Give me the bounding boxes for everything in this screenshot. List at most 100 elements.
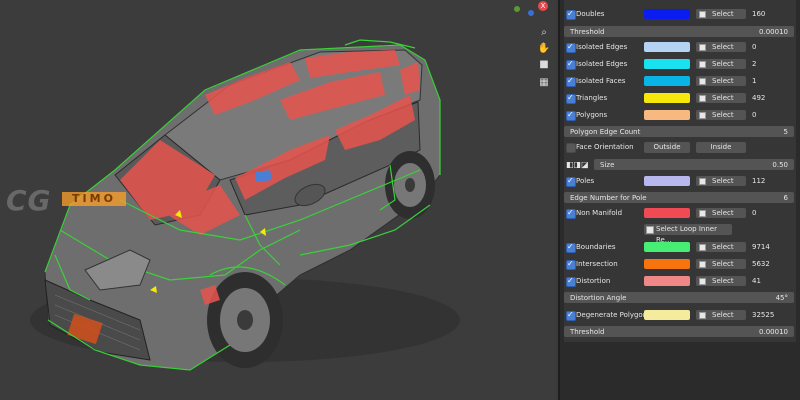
non-manifold-select-button[interactable]: Select xyxy=(696,208,746,218)
polygon-edge-count-field[interactable]: Polygon Edge Count 5 xyxy=(564,126,794,137)
mesh-analysis-panel: Doubles Select 160 Threshold0.00010 Isol… xyxy=(558,0,800,400)
x-axis-icon[interactable]: X xyxy=(538,1,548,11)
degenerate-polygons-checkbox[interactable] xyxy=(566,310,576,321)
isolated-edges-2-label: Isolated Edges xyxy=(576,60,628,68)
doubles-checkbox[interactable] xyxy=(566,9,576,20)
isolated-edges-2-select-button[interactable]: Select xyxy=(696,59,746,69)
degenerate-polygons-count: 32525 xyxy=(752,311,775,319)
row-intersection: Intersection Select 5632 xyxy=(564,256,796,273)
navigation-gizmo[interactable]: X ⌕ ✋ ■ ▦ xyxy=(508,0,556,100)
doubles-count: 160 xyxy=(752,10,766,18)
isolated-edges-select-button[interactable]: Select xyxy=(696,42,746,52)
intersection-checkbox[interactable] xyxy=(566,259,576,270)
face-orientation-checkbox[interactable] xyxy=(566,143,576,153)
distortion-count: 41 xyxy=(752,277,761,285)
threshold-field[interactable]: Threshold 0.00010 xyxy=(564,26,794,37)
poles-label: Poles xyxy=(576,177,595,185)
isolated-faces-select-button[interactable]: Select xyxy=(696,76,746,86)
cg-timo-watermark: CG TIMO xyxy=(6,184,126,217)
intersection-select-button[interactable]: Select xyxy=(696,259,746,269)
boundaries-color[interactable] xyxy=(644,242,690,252)
row-distortion: Distortion Select 41 xyxy=(564,273,796,290)
panel-body: Doubles Select 160 Threshold0.00010 Isol… xyxy=(564,0,796,342)
size-field[interactable]: Size 0.50 xyxy=(594,159,794,170)
poles-count: 112 xyxy=(752,177,766,185)
boundaries-label: Boundaries xyxy=(576,243,616,251)
inside-button[interactable]: Inside xyxy=(696,142,746,153)
polygons-color[interactable] xyxy=(644,110,690,120)
select-icon xyxy=(699,11,706,18)
display-mode-icons[interactable]: ◧◨◪ xyxy=(566,160,589,169)
edge-number-for-pole-field[interactable]: Edge Number for Pole 6 xyxy=(564,192,794,203)
row-degenerate-polygons: Degenerate Polygons Select 32525 xyxy=(564,307,796,324)
doubles-label: Doubles xyxy=(576,10,605,18)
distortion-color[interactable] xyxy=(644,276,690,286)
isolated-faces-count: 1 xyxy=(752,77,757,85)
intersection-count: 5632 xyxy=(752,260,770,268)
polygons-select-button[interactable]: Select xyxy=(696,110,746,120)
hand-icon[interactable]: ✋ xyxy=(536,42,552,56)
row-isolated-edges-2: Isolated Edges Select 2 xyxy=(564,56,796,73)
panel-empty-area xyxy=(564,344,796,400)
poles-checkbox[interactable] xyxy=(566,176,576,187)
row-poles: Poles Select 112 xyxy=(564,173,796,190)
isolated-edges-2-checkbox[interactable] xyxy=(566,59,576,70)
intersection-color[interactable] xyxy=(644,259,690,269)
intersection-label: Intersection xyxy=(576,260,618,268)
isolated-edges-checkbox[interactable] xyxy=(566,42,576,53)
isolated-faces-checkbox[interactable] xyxy=(566,76,576,87)
boundaries-checkbox[interactable] xyxy=(566,242,576,253)
triangles-select-button[interactable]: Select xyxy=(696,93,746,103)
row-boundaries: Boundaries Select 9714 xyxy=(564,239,796,256)
polygons-label: Polygons xyxy=(576,111,608,119)
polygons-count: 0 xyxy=(752,111,757,119)
distortion-select-button[interactable]: Select xyxy=(696,276,746,286)
row-polygons: Polygons Select 0 xyxy=(564,107,796,124)
isolated-faces-label: Isolated Faces xyxy=(576,77,626,85)
isolated-edges-label: Isolated Edges xyxy=(576,43,628,51)
non-manifold-color[interactable] xyxy=(644,208,690,218)
row-face-orientation: Face Orientation Outside Inside xyxy=(564,139,796,156)
row-non-manifold: Non Manifold Select 0 xyxy=(564,205,796,222)
triangles-label: Triangles xyxy=(576,94,608,102)
outside-button[interactable]: Outside xyxy=(644,142,690,153)
distortion-label: Distortion xyxy=(576,277,611,285)
grid-icon[interactable]: ▦ xyxy=(536,76,552,90)
threshold-field-2[interactable]: Threshold 0.00010 xyxy=(564,326,794,337)
isolated-edges-2-color[interactable] xyxy=(644,59,690,69)
triangles-color[interactable] xyxy=(644,93,690,103)
row-size: ◧◨◪ Size 0.50 xyxy=(564,157,796,174)
degenerate-polygons-select-button[interactable]: Select xyxy=(696,310,746,320)
isolated-edges-count: 0 xyxy=(752,43,757,51)
non-manifold-label: Non Manifold xyxy=(576,209,623,217)
3d-viewport[interactable]: CG TIMO X ⌕ ✋ ■ ▦ xyxy=(0,0,556,400)
select-loop-inner-region-button[interactable]: Select Loop Inner Re... xyxy=(644,224,732,244)
front-wheel xyxy=(207,272,283,368)
degenerate-polygons-color[interactable] xyxy=(644,310,690,320)
row-doubles: Doubles Select 160 xyxy=(564,6,796,23)
triangles-count: 492 xyxy=(752,94,766,102)
distortion-checkbox[interactable] xyxy=(566,276,576,287)
row-isolated-edges: Isolated Edges Select 0 xyxy=(564,39,796,56)
non-manifold-count: 0 xyxy=(752,209,757,217)
poles-color[interactable] xyxy=(644,176,690,186)
distortion-angle-field[interactable]: Distortion Angle 45° xyxy=(564,292,794,303)
triangles-checkbox[interactable] xyxy=(566,93,576,104)
boundaries-count: 9714 xyxy=(752,243,770,251)
isolated-faces-color[interactable] xyxy=(644,76,690,86)
non-manifold-checkbox[interactable] xyxy=(566,208,576,219)
isolated-edges-color[interactable] xyxy=(644,42,690,52)
boundaries-select-button[interactable]: Select xyxy=(696,242,746,252)
doubles-color[interactable] xyxy=(644,9,690,19)
doubles-select-button[interactable]: Select xyxy=(696,9,746,19)
y-axis-icon[interactable] xyxy=(514,6,520,12)
z-axis-icon[interactable] xyxy=(528,10,534,16)
isolated-edges-2-count: 2 xyxy=(752,60,757,68)
polygons-checkbox[interactable] xyxy=(566,110,576,121)
camera-icon[interactable]: ■ xyxy=(536,58,552,72)
degenerate-polygons-label: Degenerate Polygons xyxy=(576,311,651,319)
poles-select-button[interactable]: Select xyxy=(696,176,746,186)
magnifier-icon[interactable]: ⌕ xyxy=(536,26,552,40)
row-isolated-faces: Isolated Faces Select 1 xyxy=(564,73,796,90)
row-triangles: Triangles Select 492 xyxy=(564,90,796,107)
